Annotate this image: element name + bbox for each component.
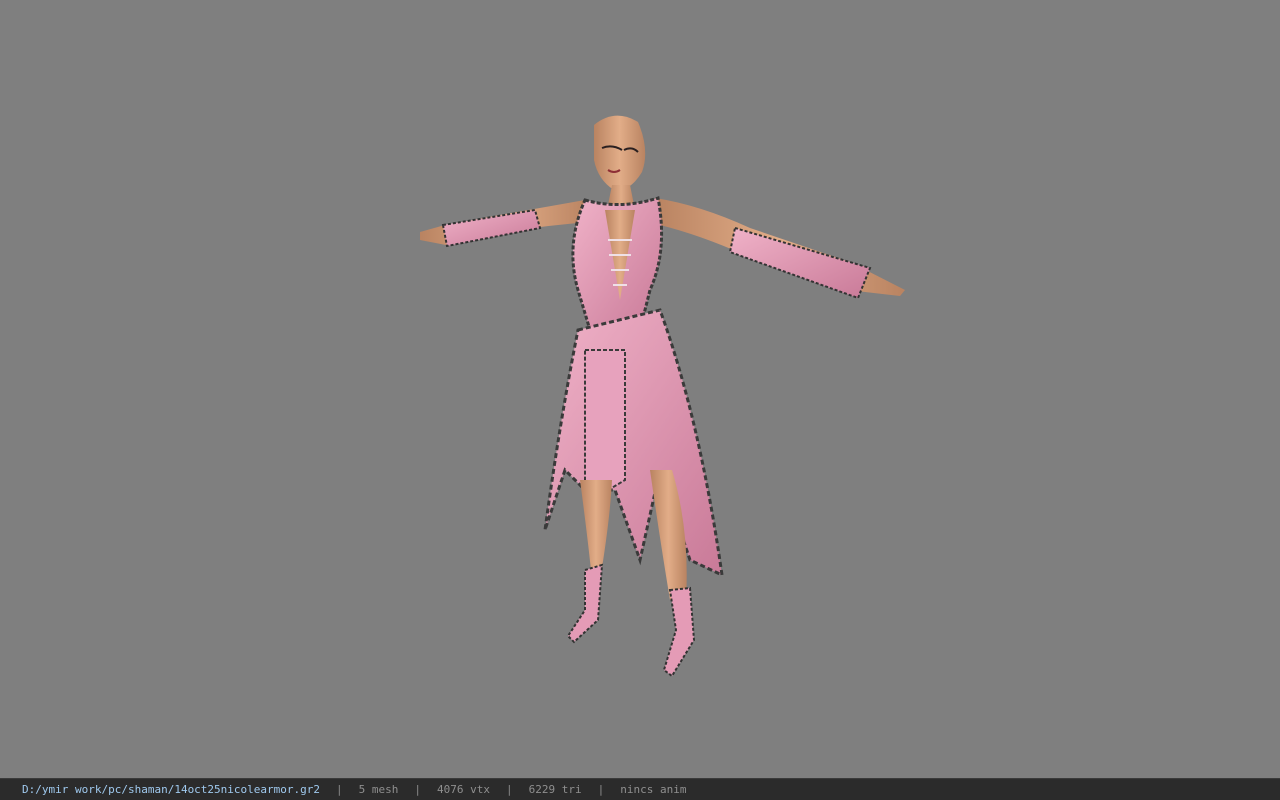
separator: | <box>506 783 513 796</box>
vertex-count: 4076 vtx <box>437 783 490 796</box>
anim-status: nincs anim <box>620 783 687 796</box>
character-model[interactable] <box>0 0 1280 778</box>
mesh-count: 5 mesh <box>358 783 399 796</box>
head <box>594 115 646 191</box>
3d-viewport[interactable] <box>0 0 1280 778</box>
separator: | <box>414 783 422 796</box>
left-arm <box>420 200 590 248</box>
right-arm <box>655 198 905 300</box>
triangle-count: 6229 tri <box>528 783 582 796</box>
skirt <box>543 308 724 578</box>
file-path: D:/ymir work/pc/shaman/14oct25nicolearmo… <box>22 783 321 796</box>
status-bar: D:/ymir work/pc/shaman/14oct25nicolearmo… <box>0 778 1280 800</box>
separator: | <box>597 783 605 796</box>
neck <box>608 185 634 205</box>
separator: | <box>336 783 343 796</box>
bodice <box>571 196 664 332</box>
